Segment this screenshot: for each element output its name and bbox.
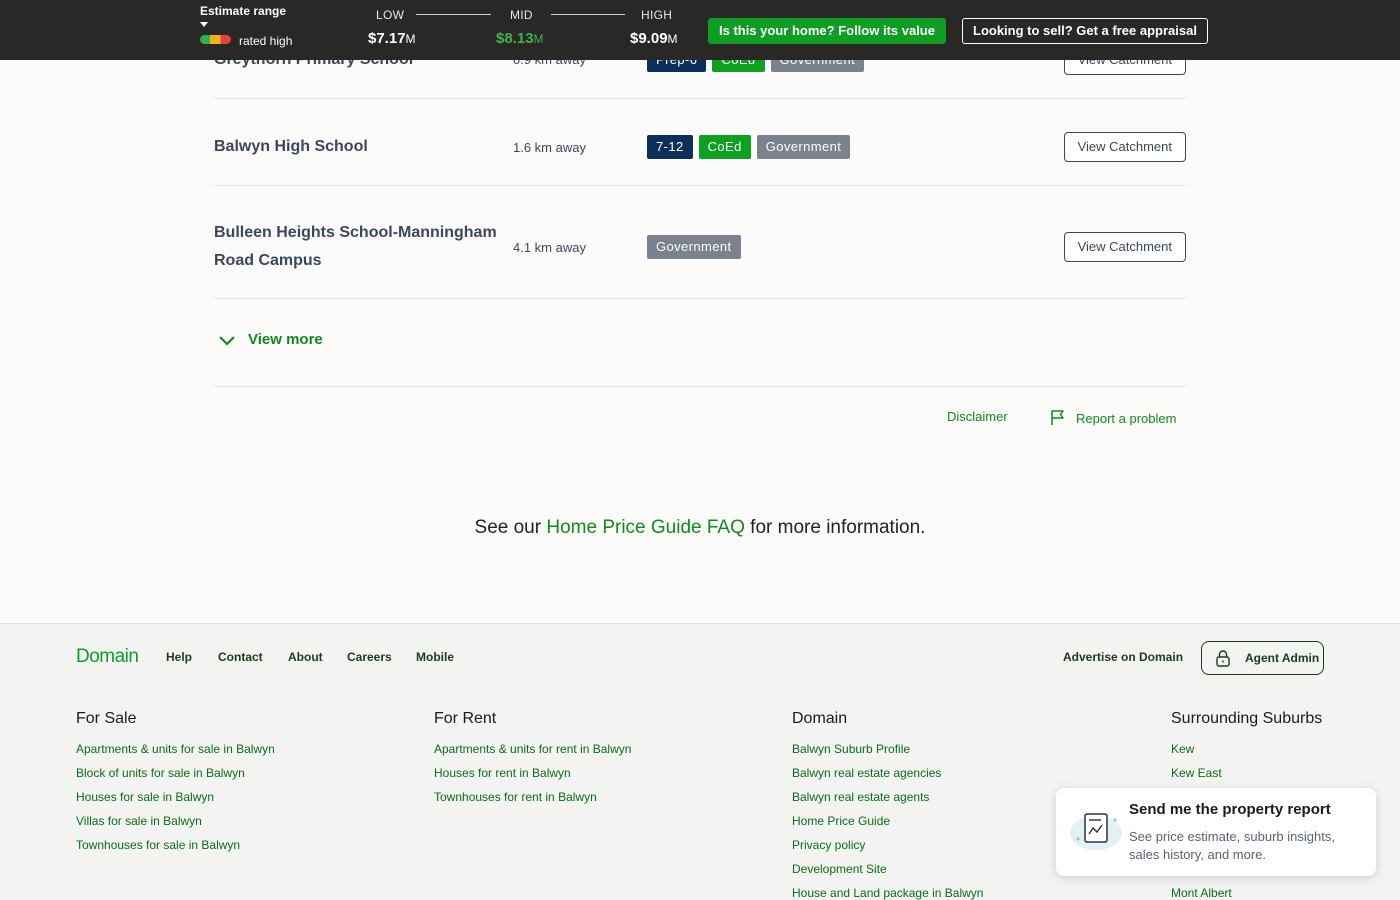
footer-link[interactable]: Kew East [1171, 761, 1322, 785]
rating-text: rated high [239, 34, 293, 48]
view-more-toggle[interactable]: View more [218, 331, 323, 348]
disclaimer-link[interactable]: Disclaimer [947, 409, 1008, 424]
chevron-down-icon [219, 335, 235, 346]
estimate-range-title: Estimate range [200, 4, 287, 18]
footer-link[interactable]: Balwyn real estate agents [792, 785, 983, 809]
footer-column-domain: Domain Balwyn Suburb Profile Balwyn real… [792, 710, 983, 900]
footer-link[interactable]: Balwyn Suburb Profile [792, 737, 983, 761]
faq-text-after: for more information. [750, 517, 926, 538]
footer-link[interactable]: House and Land package in Balwyn [792, 881, 983, 900]
home-price-guide-faq-link[interactable]: Home Price Guide FAQ [546, 517, 745, 538]
sector-tag: Government [756, 135, 851, 159]
footer-link[interactable]: Apartments & units for rent in Balwyn [434, 737, 631, 761]
footer-link[interactable]: Villas for sale in Balwyn [76, 809, 275, 833]
school-name[interactable]: Balwyn High School [214, 133, 499, 161]
agent-admin-button[interactable]: Agent Admin [1201, 641, 1324, 675]
school-name[interactable]: Bulleen Heights School-Manningham Road C… [214, 219, 499, 275]
popup-description: See price estimate, suburb insights, sal… [1129, 829, 1335, 862]
low-label: LOW [376, 8, 405, 22]
faq-text-before: See our [474, 517, 542, 538]
footer-link[interactable]: Mont Albert [1171, 881, 1322, 900]
footer-link[interactable]: Privacy policy [792, 833, 983, 857]
property-report-popup[interactable]: Send me the property report See price es… [1056, 788, 1376, 876]
footer-link[interactable]: Block of units for sale in Balwyn [76, 761, 275, 785]
footer-nav-careers[interactable]: Careers [347, 650, 392, 664]
footer-nav-contact[interactable]: Contact [218, 650, 263, 664]
footer-nav-help[interactable]: Help [166, 650, 192, 664]
column-heading: Domain [792, 710, 848, 727]
footer-link[interactable]: Townhouses for sale in Balwyn [76, 833, 275, 857]
footer-link[interactable]: Development Site [792, 857, 983, 881]
footer-nav-mobile[interactable]: Mobile [416, 650, 454, 664]
follow-value-button[interactable]: Is this your home? Follow its value [708, 18, 946, 44]
view-catchment-button[interactable]: View Catchment [1063, 132, 1186, 162]
report-document-icon [1070, 813, 1122, 850]
school-row: Bulleen Heights School-Manningham Road C… [214, 186, 1186, 299]
school-tags: Government [647, 235, 741, 259]
mid-price: $8.13M [496, 30, 544, 47]
column-heading: For Rent [434, 710, 497, 727]
footer-link[interactable]: Houses for sale in Balwyn [76, 785, 275, 809]
flag-icon [1051, 410, 1064, 425]
footer-link[interactable]: Apartments & units for sale in Balwyn [76, 737, 275, 761]
footer-column-for-rent: For Rent Apartments & units for rent in … [434, 710, 631, 809]
footer-link[interactable]: Houses for rent in Balwyn [434, 761, 631, 785]
estimate-bar: Estimate range rated high LOW MID HIGH $… [0, 0, 1400, 60]
free-appraisal-button[interactable]: Looking to sell? Get a free appraisal [962, 18, 1208, 44]
footer-link[interactable]: Home Price Guide [792, 809, 983, 833]
low-price: $7.17M [368, 30, 416, 47]
view-more-label: View more [248, 331, 323, 348]
popup-title: Send me the property report [1129, 801, 1331, 818]
year-level-tag: 7-12 [647, 135, 693, 159]
footer-column-for-sale: For Sale Apartments & units for sale in … [76, 710, 275, 857]
advertise-link[interactable]: Advertise on Domain [1063, 650, 1183, 664]
range-line [416, 14, 491, 15]
sector-tag: Government [647, 235, 741, 259]
footer-link[interactable]: Balwyn real estate agencies [792, 761, 983, 785]
column-heading: For Sale [76, 710, 137, 727]
footer-nav-about[interactable]: About [288, 650, 323, 664]
domain-logo[interactable]: Domain [76, 646, 139, 668]
high-label: HIGH [641, 8, 673, 22]
section-divider [214, 386, 1186, 387]
lock-icon [1216, 650, 1230, 667]
agent-admin-label: Agent Admin [1245, 651, 1320, 665]
mid-label: MID [510, 8, 533, 22]
meter-pointer-icon [200, 22, 208, 27]
gender-tag: CoEd [698, 135, 751, 159]
faq-note: See our Home Price Guide FAQ for more in… [0, 517, 1400, 539]
view-catchment-button[interactable]: View Catchment [1063, 232, 1186, 262]
footer-link[interactable]: Townhouses for rent in Balwyn [434, 785, 631, 809]
school-row: Balwyn High School 1.6 km away 7-12 CoEd… [214, 99, 1186, 186]
column-heading: Surrounding Suburbs [1171, 710, 1323, 727]
estimate-rating-meter [200, 35, 231, 44]
high-price: $9.09M [630, 30, 678, 47]
report-problem-link[interactable]: Report a problem [1049, 409, 1176, 427]
school-distance: 4.1 km away [513, 240, 586, 255]
report-problem-label: Report a problem [1076, 410, 1177, 426]
footer-link[interactable]: Kew [1171, 737, 1322, 761]
school-distance: 1.6 km away [513, 140, 586, 155]
range-line [551, 14, 625, 15]
school-tags: 7-12 CoEd Government [647, 135, 851, 159]
